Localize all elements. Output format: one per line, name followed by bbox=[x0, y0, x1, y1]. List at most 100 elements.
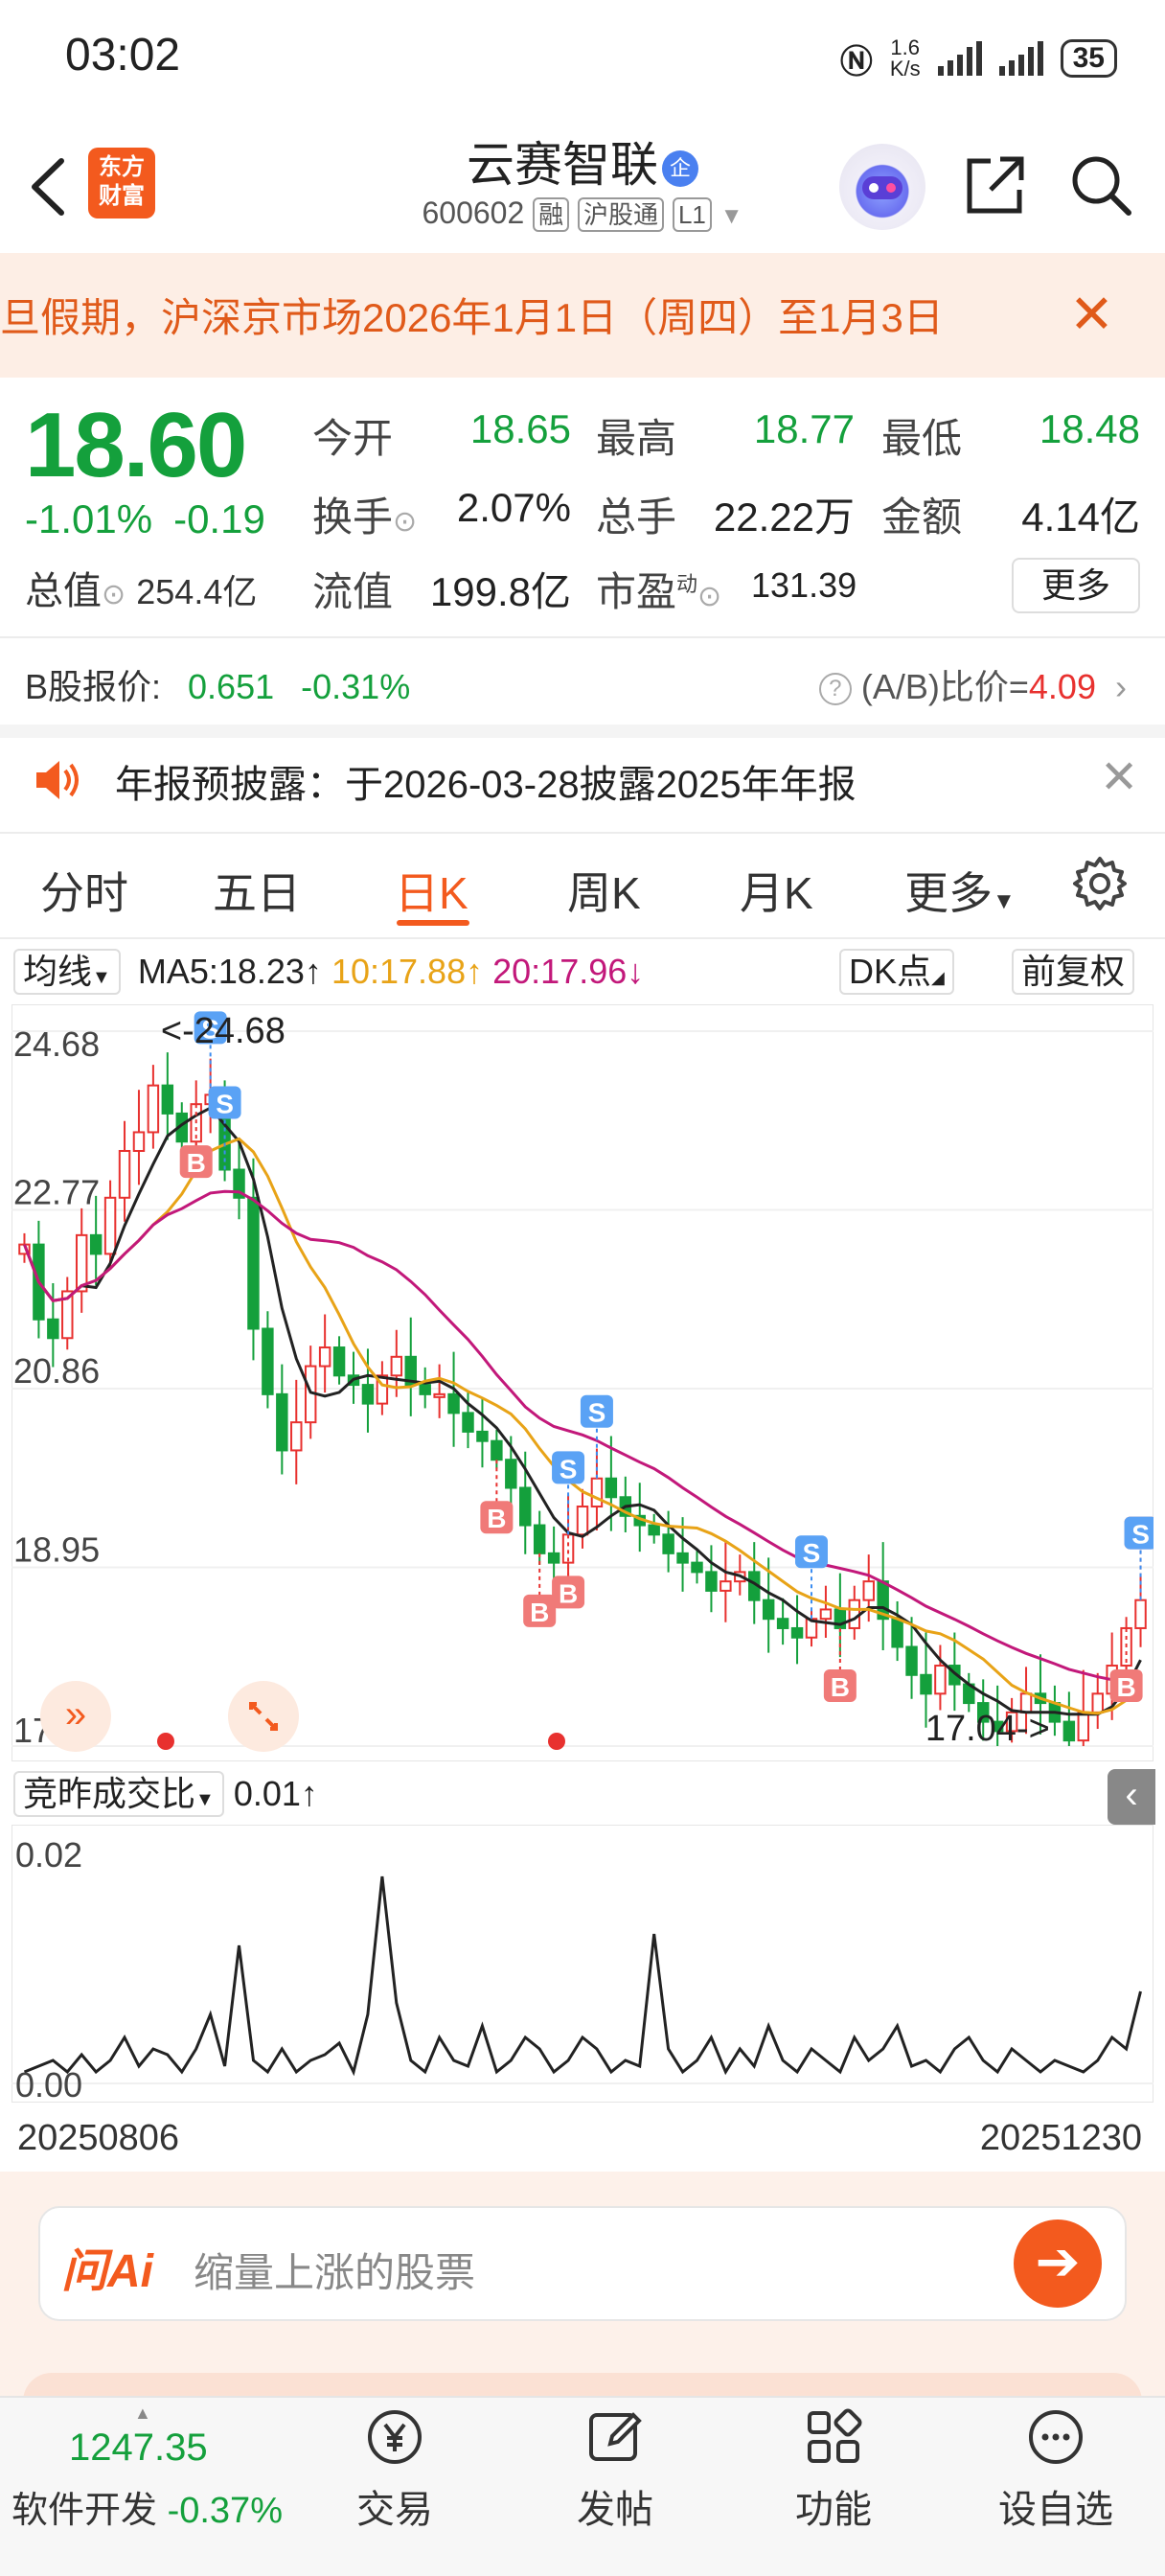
ma-select[interactable]: 均线▼ bbox=[13, 949, 121, 995]
signal-letter: B bbox=[530, 1598, 549, 1627]
info-icon: ⊙ bbox=[393, 506, 418, 538]
logo-line2: 财富 bbox=[99, 183, 145, 209]
volume-label: 总手 bbox=[596, 494, 677, 540]
candle-body bbox=[862, 1580, 875, 1601]
dropdown-icon: ▼ bbox=[720, 203, 743, 229]
candle-body bbox=[762, 1598, 775, 1621]
ai-search-input[interactable]: 缩量上涨的股票 bbox=[194, 2241, 475, 2299]
nav-post[interactable]: 发帖 bbox=[538, 2405, 692, 2534]
nav-add-watchlist[interactable]: 设自选 bbox=[979, 2405, 1132, 2534]
adjust-select[interactable]: 前复权 bbox=[1012, 949, 1135, 995]
dk-point-select[interactable]: DK点◢ bbox=[839, 949, 954, 995]
volume-value: 22.22万 bbox=[713, 494, 855, 540]
pe-label[interactable]: 市盈动⊙ bbox=[596, 560, 721, 618]
tab-more[interactable]: 更多▼ bbox=[904, 859, 1016, 922]
net-speed: 1.6 K/s bbox=[890, 37, 921, 80]
collapse-panel-icon[interactable]: ‹ bbox=[1108, 1769, 1155, 1825]
indicator-row: 竞昨成交比▼ 0.01↑ bbox=[13, 1771, 318, 1817]
candle-body bbox=[905, 1645, 918, 1676]
vol-ytick-bottom: 0.00 bbox=[15, 2065, 82, 2103]
notice-close-icon[interactable]: ✕ bbox=[1069, 288, 1114, 341]
candle-body bbox=[1077, 1711, 1090, 1742]
candle-body bbox=[332, 1346, 346, 1377]
sector-index-value[interactable]: 1247.35 bbox=[69, 2426, 208, 2470]
tab-five-day[interactable]: 五日 bbox=[213, 859, 301, 922]
candle-body bbox=[103, 1196, 117, 1255]
candle-body bbox=[547, 1552, 560, 1564]
turnover-label[interactable]: 换手⊙ bbox=[312, 485, 417, 543]
open-label: 今开 bbox=[312, 416, 394, 461]
fullscreen-icon[interactable] bbox=[228, 1681, 299, 1752]
tab-monthly-k[interactable]: 月K bbox=[740, 859, 813, 922]
watchlist-more-icon bbox=[1029, 2410, 1083, 2464]
divider bbox=[0, 937, 1165, 939]
share-icon[interactable] bbox=[962, 151, 1029, 218]
ratio-label: (A/B)比价= bbox=[860, 667, 1029, 706]
signal-letter: B bbox=[831, 1672, 850, 1702]
market-cap[interactable]: 总值⊙ 254.4亿 bbox=[25, 560, 257, 615]
event-dot[interactable] bbox=[548, 1733, 565, 1750]
candlestick-chart[interactable]: BBBBBBBSSSSSS 24.6822.7720.8618.9517.04<… bbox=[11, 1004, 1154, 1761]
expand-sidebar-icon[interactable]: » bbox=[40, 1681, 111, 1752]
tab-weekly-k[interactable]: 周K bbox=[567, 859, 641, 922]
ab-ratio[interactable]: ? (A/B)比价=4.09 › bbox=[818, 659, 1127, 709]
tag-connect: 沪股通 bbox=[578, 197, 665, 232]
current-price: 18.60 bbox=[25, 394, 247, 496]
turnover-value: 2.07% bbox=[456, 485, 571, 530]
more-button[interactable]: 更多 bbox=[1012, 558, 1140, 613]
candle-body bbox=[891, 1618, 903, 1648]
stock-subtitle[interactable]: 600602 融 沪股通 L1 ▼ bbox=[383, 196, 782, 232]
candle-body bbox=[262, 1327, 274, 1395]
nav-add-watchlist-label: 设自选 bbox=[998, 2489, 1113, 2531]
nav-functions-label: 功能 bbox=[795, 2489, 872, 2531]
signal-icon bbox=[937, 41, 982, 76]
candle-body bbox=[676, 1552, 689, 1564]
date-end: 20251230 bbox=[979, 2118, 1142, 2158]
candle-body bbox=[776, 1618, 789, 1629]
signal-letter: S bbox=[560, 1454, 578, 1484]
ma20-value: 20:17.96↓ bbox=[492, 952, 645, 991]
candle-body bbox=[934, 1665, 947, 1695]
dropdown-icon: ▼ bbox=[993, 888, 1016, 914]
ai-submit-arrow-icon[interactable]: ➔ bbox=[1014, 2220, 1102, 2308]
ma5-value: MA5:18.23↑ bbox=[137, 952, 322, 991]
indicator-select[interactable]: 竞昨成交比▼ bbox=[13, 1771, 224, 1817]
info-icon: ⊙ bbox=[697, 581, 722, 612]
app-logo[interactable]: 东方 财富 bbox=[88, 148, 155, 218]
holiday-notice-text[interactable]: 旦假期，沪深京市场2026年1月1日（周四）至1月3日 bbox=[0, 286, 1035, 353]
y-tick-label: 20.86 bbox=[13, 1351, 100, 1391]
candle-body bbox=[462, 1412, 474, 1433]
search-icon[interactable] bbox=[1067, 151, 1134, 218]
signal-letter: S bbox=[216, 1090, 234, 1119]
candle-body bbox=[1062, 1720, 1076, 1742]
net-speed-value: 1.6 bbox=[890, 35, 921, 59]
float-label: 流值 bbox=[312, 569, 394, 614]
annual-close-icon[interactable]: ✕ bbox=[1100, 755, 1138, 801]
candle-body bbox=[447, 1392, 460, 1414]
stock-title: 云赛智联企 bbox=[383, 126, 782, 196]
annual-report-notice[interactable]: 年报预披露：于2026-03-28披露2025年年报 bbox=[115, 753, 857, 809]
date-start: 20250806 bbox=[17, 2118, 180, 2158]
net-speed-unit: K/s bbox=[889, 57, 921, 80]
sector-index[interactable]: 软件开发 -0.37% bbox=[11, 2480, 283, 2533]
volume-ratio-chart[interactable]: 0.02 0.00 bbox=[11, 1825, 1154, 2103]
nav-functions[interactable]: 功能 bbox=[757, 2405, 910, 2534]
stock-name: 云赛智联 bbox=[467, 138, 658, 192]
up-caret-icon: ▲ bbox=[134, 2404, 151, 2423]
candle-body bbox=[361, 1384, 375, 1405]
y-tick-label: 18.95 bbox=[13, 1530, 100, 1570]
bshare-change: -0.31% bbox=[301, 667, 411, 706]
trade-yen-icon bbox=[368, 2410, 422, 2464]
candle-body bbox=[790, 1626, 804, 1639]
tab-intraday[interactable]: 分时 bbox=[40, 859, 128, 922]
tab-daily-k[interactable]: 日K bbox=[395, 859, 468, 922]
change-percent: -1.01% bbox=[25, 496, 153, 541]
nav-trade[interactable]: 交易 bbox=[318, 2405, 471, 2534]
ratio-value: 4.09 bbox=[1028, 667, 1096, 706]
event-dot[interactable] bbox=[157, 1733, 174, 1750]
back-icon[interactable] bbox=[21, 153, 88, 220]
settings-gear-icon[interactable] bbox=[1071, 855, 1129, 917]
candle-body bbox=[533, 1524, 546, 1554]
candle-body bbox=[118, 1149, 131, 1199]
robot-assistant-icon[interactable] bbox=[839, 144, 925, 230]
